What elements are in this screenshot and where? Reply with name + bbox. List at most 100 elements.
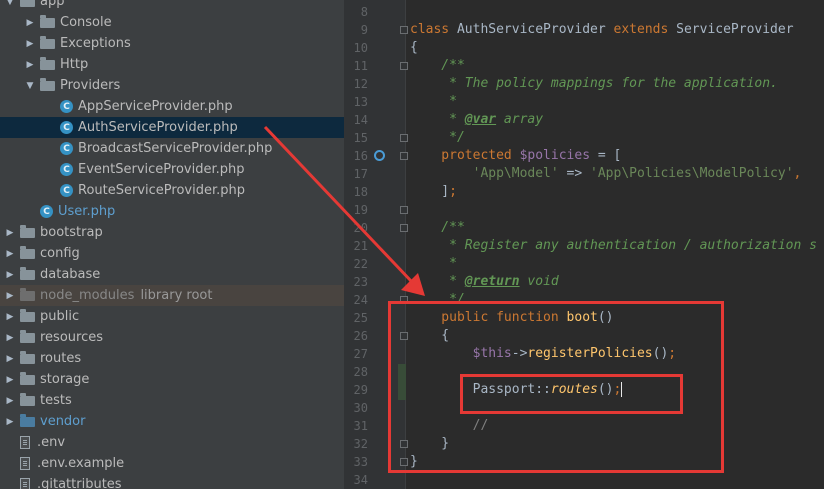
tree-item-resources[interactable]: ▶ resources bbox=[0, 327, 344, 348]
collapse-arrow-icon[interactable]: ▼ bbox=[4, 0, 16, 7]
tree-item-label: node_modules bbox=[40, 288, 135, 303]
text-file-icon bbox=[20, 478, 30, 489]
tree-item-label: routes bbox=[40, 351, 82, 366]
code-token: /** bbox=[410, 58, 465, 73]
tree-item-label: User.php bbox=[58, 204, 116, 219]
tree-item-appserviceprovider-php[interactable]: C AppServiceProvider.php bbox=[0, 96, 344, 117]
tree-item-bootstrap[interactable]: ▶ bootstrap bbox=[0, 222, 344, 243]
library-root-tag: library root bbox=[140, 288, 213, 303]
tree-item-tests[interactable]: ▶ tests bbox=[0, 390, 344, 411]
code-line[interactable]: 'App\Model' => 'App\Policies\ModelPolicy… bbox=[410, 165, 802, 183]
code-token: = [ bbox=[590, 148, 622, 163]
code-line[interactable]: * @var array bbox=[410, 111, 543, 129]
expand-arrow-icon[interactable]: ▶ bbox=[24, 60, 36, 70]
expand-arrow-icon[interactable]: ▶ bbox=[24, 39, 36, 49]
expand-arrow-icon[interactable]: ▶ bbox=[4, 417, 16, 427]
tree-item-label: Providers bbox=[60, 78, 121, 93]
code-line[interactable]: /** bbox=[410, 219, 465, 237]
line-number: 11 bbox=[353, 59, 368, 73]
code-token: * bbox=[410, 112, 465, 127]
tree-item-authserviceprovider-php[interactable]: C AuthServiceProvider.php bbox=[0, 117, 344, 138]
tree-item-http[interactable]: ▶ Http bbox=[0, 54, 344, 75]
tree-item-config[interactable]: ▶ config bbox=[0, 243, 344, 264]
expand-arrow-icon[interactable]: ▶ bbox=[4, 291, 16, 301]
override-gutter-icon[interactable] bbox=[374, 150, 385, 161]
code-line[interactable]: * Register any authentication / authoriz… bbox=[410, 237, 817, 255]
code-line[interactable]: * bbox=[410, 93, 457, 111]
line-number: 32 bbox=[353, 437, 368, 451]
folder-icon bbox=[20, 267, 35, 280]
php-class-icon: C bbox=[60, 100, 73, 113]
tree-item-user-php[interactable]: C User.php bbox=[0, 201, 344, 222]
line-number: 30 bbox=[353, 401, 368, 415]
tree-item-label: AppServiceProvider.php bbox=[78, 99, 233, 114]
code-token: * bbox=[410, 94, 457, 109]
tree-item-label: AuthServiceProvider.php bbox=[78, 120, 238, 135]
tree-item-label: vendor bbox=[40, 414, 86, 429]
expand-arrow-icon[interactable]: ▶ bbox=[4, 354, 16, 364]
tree-item-providers[interactable]: ▼ Providers bbox=[0, 75, 344, 96]
folder-icon bbox=[40, 15, 55, 28]
tree-item-gitattributes[interactable]: .gitattributes bbox=[0, 474, 344, 489]
code-token: 'App\Model' bbox=[410, 166, 559, 181]
expand-arrow-icon[interactable]: ▶ bbox=[4, 312, 16, 322]
code-line[interactable]: ]; bbox=[410, 183, 457, 201]
tree-item-vendor[interactable]: ▶ vendor bbox=[0, 411, 344, 432]
tree-item-routes[interactable]: ▶ routes bbox=[0, 348, 344, 369]
line-number: 25 bbox=[353, 311, 368, 325]
code-line[interactable]: * bbox=[410, 255, 457, 273]
tree-item-label: .env.example bbox=[37, 456, 125, 471]
folder-icon bbox=[20, 351, 35, 364]
tree-item-public[interactable]: ▶ public bbox=[0, 306, 344, 327]
tree-item-exceptions[interactable]: ▶ Exceptions bbox=[0, 33, 344, 54]
tree-item-label: .gitattributes bbox=[37, 477, 122, 489]
line-number: 23 bbox=[353, 275, 368, 289]
line-number: 12 bbox=[353, 77, 368, 91]
tree-item-label: Http bbox=[60, 57, 89, 72]
tree-item-env[interactable]: .env bbox=[0, 432, 344, 453]
code-line[interactable]: { bbox=[410, 39, 418, 57]
expand-arrow-icon[interactable]: ▶ bbox=[4, 375, 16, 385]
code-token: { bbox=[410, 40, 418, 55]
expand-arrow-icon[interactable]: ▶ bbox=[4, 228, 16, 238]
code-line[interactable]: * The policy mappings for the applicatio… bbox=[410, 75, 778, 93]
code-line[interactable]: */ bbox=[410, 129, 465, 147]
expand-arrow-icon[interactable]: ▶ bbox=[4, 396, 16, 406]
tree-item-storage[interactable]: ▶ storage bbox=[0, 369, 344, 390]
collapse-arrow-icon[interactable]: ▼ bbox=[24, 81, 36, 91]
code-line[interactable]: /** bbox=[410, 57, 465, 75]
expand-arrow-icon[interactable]: ▶ bbox=[4, 270, 16, 280]
expand-arrow-icon[interactable]: ▶ bbox=[4, 333, 16, 343]
code-token: 'App\Policies\ModelPolicy' bbox=[590, 166, 794, 181]
tree-item-label: bootstrap bbox=[40, 225, 103, 240]
code-token: , bbox=[793, 166, 802, 181]
tree-item-console[interactable]: ▶ Console bbox=[0, 12, 344, 33]
tree-item-routeserviceprovider-php[interactable]: C RouteServiceProvider.php bbox=[0, 180, 344, 201]
code-token: extends bbox=[613, 22, 677, 37]
line-number: 13 bbox=[353, 95, 368, 109]
code-line[interactable]: class AuthServiceProvider extends Servic… bbox=[410, 21, 794, 39]
folder-icon bbox=[20, 414, 35, 427]
code-token: ServiceProvider bbox=[676, 22, 794, 37]
tree-item-label: database bbox=[40, 267, 101, 282]
tree-item-eventserviceprovider-php[interactable]: C EventServiceProvider.php bbox=[0, 159, 344, 180]
text-file-icon bbox=[20, 436, 30, 449]
tree-item-app[interactable]: ▼ app bbox=[0, 0, 344, 12]
folder-icon bbox=[20, 330, 35, 343]
expand-arrow-icon[interactable]: ▶ bbox=[4, 249, 16, 259]
tree-item-broadcastserviceprovider-php[interactable]: C BroadcastServiceProvider.php bbox=[0, 138, 344, 159]
folder-icon bbox=[20, 393, 35, 406]
tree-item-database[interactable]: ▶ database bbox=[0, 264, 344, 285]
tree-item-env-example[interactable]: .env.example bbox=[0, 453, 344, 474]
expand-arrow-icon[interactable]: ▶ bbox=[24, 18, 36, 28]
folder-icon bbox=[20, 288, 35, 301]
tree-item-node-modules[interactable]: ▶ node_modules library root bbox=[0, 285, 344, 306]
line-number: 10 bbox=[353, 41, 368, 55]
code-line[interactable]: protected $policies = [ bbox=[410, 147, 621, 165]
tree-item-label: BroadcastServiceProvider.php bbox=[78, 141, 273, 156]
line-number: 31 bbox=[353, 419, 368, 433]
code-token: * bbox=[410, 256, 457, 271]
code-line[interactable]: * @return void bbox=[410, 273, 559, 291]
code-token: protected bbox=[410, 148, 520, 163]
folder-icon bbox=[40, 36, 55, 49]
